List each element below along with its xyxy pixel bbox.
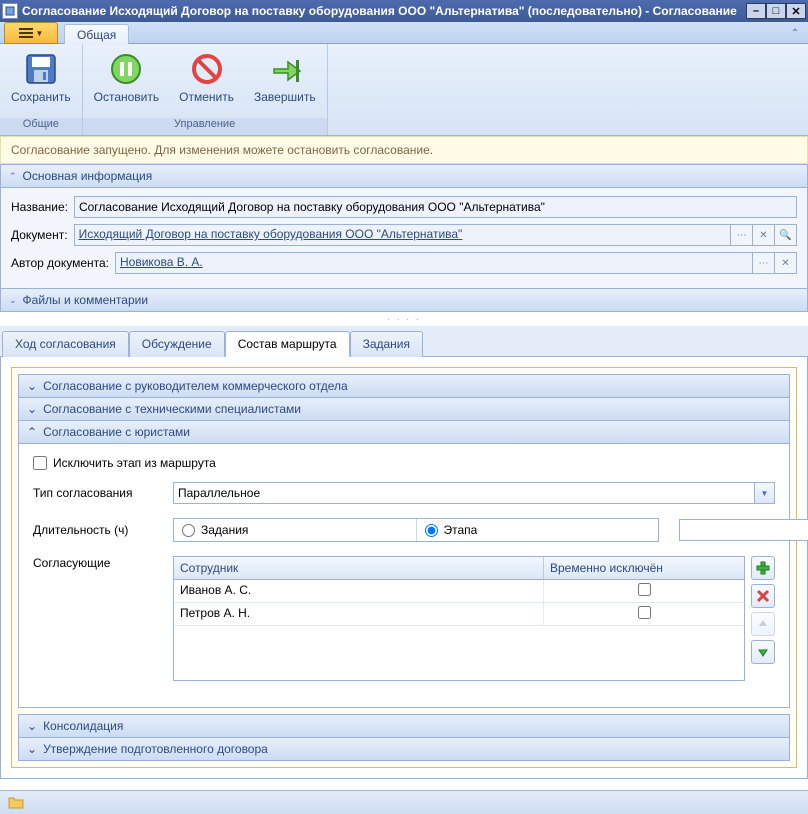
resize-grip[interactable]: · · · · bbox=[0, 312, 808, 326]
approvers-grid: Сотрудник Временно исключён Иванов А. С.… bbox=[173, 556, 745, 681]
duration-radio-stage[interactable] bbox=[425, 524, 438, 537]
name-input[interactable] bbox=[74, 196, 797, 218]
approval-type-combo[interactable] bbox=[173, 482, 755, 504]
window-title: Согласование Исходящий Договор на постав… bbox=[22, 4, 746, 18]
chevron-down-icon: ⌄ bbox=[27, 719, 37, 733]
tab-route[interactable]: Состав маршрута bbox=[225, 331, 350, 357]
chevron-down-icon: ▼ bbox=[36, 29, 44, 38]
status-banner: Согласование запущено. Для изменения мож… bbox=[0, 136, 808, 164]
route-step-3-body: Исключить этап из маршрута Тип согласова… bbox=[18, 444, 790, 708]
duration-spinner-input[interactable] bbox=[679, 519, 808, 541]
grid-delete-button[interactable] bbox=[751, 584, 775, 608]
grid-row[interactable]: Иванов А. С. bbox=[174, 580, 744, 603]
finish-icon bbox=[267, 51, 303, 87]
chevron-down-icon: ⌄ bbox=[9, 295, 17, 306]
save-button[interactable]: Сохранить bbox=[6, 48, 76, 107]
ribbon-collapse-button[interactable]: ⌃ bbox=[788, 26, 802, 40]
exclude-step-label: Исключить этап из маршрута bbox=[53, 456, 216, 470]
exclude-step-checkbox[interactable] bbox=[33, 456, 47, 470]
document-ellipsis-button[interactable]: ⋯ bbox=[731, 224, 753, 246]
titlebar: Согласование Исходящий Договор на постав… bbox=[0, 0, 808, 22]
cancel-icon bbox=[189, 51, 225, 87]
tab-discussion[interactable]: Обсуждение bbox=[129, 331, 225, 357]
content-area: ⌃ Основная информация Название: Документ… bbox=[0, 164, 808, 779]
section-files-header[interactable]: ⌄ Файлы и комментарии bbox=[0, 289, 808, 312]
chevron-down-icon: ⌄ bbox=[27, 742, 37, 756]
statusbar bbox=[0, 790, 808, 814]
grid-col-employee[interactable]: Сотрудник bbox=[174, 557, 544, 579]
tab-route-pane: ⌄ Согласование с руководителем коммерчес… bbox=[0, 357, 808, 779]
grid-col-excluded[interactable]: Временно исключён bbox=[544, 557, 744, 579]
route-step-2-header[interactable]: ⌄ Согласование с техническими специалист… bbox=[18, 398, 790, 421]
close-button[interactable]: ✕ bbox=[786, 3, 806, 19]
ribbon-tab-strip: ▼ Общая ⌃ bbox=[0, 22, 808, 44]
chevron-up-icon: ⌃ bbox=[27, 425, 37, 439]
duration-option-task[interactable]: Задания bbox=[174, 519, 417, 541]
grid-cell-name: Иванов А. С. bbox=[174, 580, 544, 602]
document-label: Документ: bbox=[11, 228, 68, 242]
ribbon: Сохранить Общие Остановить Отменить bbox=[0, 44, 808, 136]
ribbon-tab-general[interactable]: Общая bbox=[64, 24, 129, 44]
author-label: Автор документа: bbox=[11, 256, 109, 270]
folder-icon bbox=[8, 796, 24, 809]
grid-move-up-button[interactable] bbox=[751, 612, 775, 636]
section-basic-info-header[interactable]: ⌃ Основная информация bbox=[0, 164, 808, 188]
section-basic-info-body: Название: Документ: Исходящий Договор на… bbox=[0, 188, 808, 289]
route-step-1-header[interactable]: ⌄ Согласование с руководителем коммерчес… bbox=[18, 374, 790, 398]
chevron-up-icon: ⌃ bbox=[9, 171, 17, 182]
grid-row[interactable]: Петров А. Н. bbox=[174, 603, 744, 626]
approval-type-label: Тип согласования bbox=[33, 486, 163, 500]
approval-type-dropdown-button[interactable]: ▼ bbox=[755, 482, 775, 504]
route-step-4-header[interactable]: ⌄ Консолидация bbox=[18, 714, 790, 738]
document-lookup-button[interactable]: 🔍 bbox=[775, 224, 797, 246]
chevron-down-icon: ⌄ bbox=[27, 402, 37, 416]
author-link[interactable]: Новикова В. А. bbox=[115, 252, 753, 274]
grid-add-button[interactable] bbox=[751, 556, 775, 580]
grid-excluded-checkbox[interactable] bbox=[638, 606, 651, 619]
save-icon bbox=[23, 51, 59, 87]
duration-label: Длительность (ч) bbox=[33, 523, 163, 537]
stop-button[interactable]: Остановить bbox=[89, 48, 165, 107]
grid-cell-name: Петров А. Н. bbox=[174, 603, 544, 625]
grid-excluded-checkbox[interactable] bbox=[638, 583, 651, 596]
document-link[interactable]: Исходящий Договор на поставку оборудован… bbox=[74, 224, 731, 246]
tab-tasks[interactable]: Задания bbox=[350, 331, 423, 357]
tab-progress[interactable]: Ход согласования bbox=[2, 331, 129, 357]
author-ellipsis-button[interactable]: ⋯ bbox=[753, 252, 775, 274]
route-step-5-header[interactable]: ⌄ Утверждение подготовленного договора bbox=[18, 738, 790, 761]
author-clear-button[interactable]: ✕ bbox=[775, 252, 797, 274]
maximize-button[interactable]: □ bbox=[766, 3, 786, 19]
duration-radio-task[interactable] bbox=[182, 524, 195, 537]
minimize-button[interactable]: – bbox=[746, 3, 766, 19]
cancel-button[interactable]: Отменить bbox=[174, 48, 239, 107]
tab-strip: Ход согласования Обсуждение Состав маршр… bbox=[0, 326, 808, 357]
approvers-label: Согласующие bbox=[33, 556, 163, 570]
ribbon-group-common: Сохранить Общие bbox=[0, 44, 83, 135]
grid-move-down-button[interactable] bbox=[751, 640, 775, 664]
chevron-down-icon: ⌄ bbox=[27, 379, 37, 393]
menu-icon bbox=[19, 28, 33, 38]
app-menu-button[interactable]: ▼ bbox=[4, 22, 58, 44]
ribbon-group-manage: Остановить Отменить Завершить Управление bbox=[83, 44, 328, 135]
finish-button[interactable]: Завершить bbox=[249, 48, 321, 107]
pause-icon bbox=[108, 51, 144, 87]
duration-radio-group: Задания Этапа bbox=[173, 518, 659, 542]
name-label: Название: bbox=[11, 200, 68, 214]
duration-option-stage[interactable]: Этапа bbox=[417, 519, 659, 541]
route-step-3-header[interactable]: ⌃ Согласование с юристами bbox=[18, 421, 790, 444]
app-icon bbox=[2, 3, 18, 19]
document-clear-button[interactable]: ✕ bbox=[753, 224, 775, 246]
